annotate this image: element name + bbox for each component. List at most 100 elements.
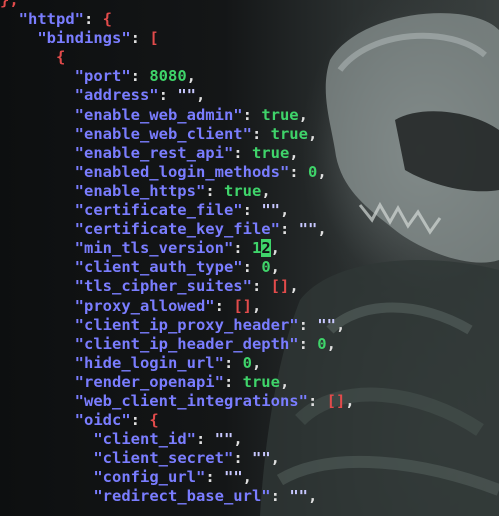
key-separator: :: [223, 372, 243, 391]
string-value: "": [223, 468, 243, 487]
string-value: "": [298, 220, 318, 239]
config-key: "port": [74, 67, 131, 86]
boolean-value: true: [261, 105, 299, 124]
comma: ,: [186, 67, 196, 86]
config-key: "config_url": [93, 468, 206, 487]
config-key: "enable_https": [74, 181, 206, 200]
number-value: 0: [307, 162, 318, 181]
number-value: 0: [242, 353, 252, 372]
comma: ,: [307, 124, 318, 143]
config-key: "web_client_integrations": [74, 391, 308, 410]
string-value: "": [251, 449, 271, 468]
boolean-value: true: [251, 143, 290, 162]
config-key: "client_secret": [93, 449, 234, 468]
comma: ,: [345, 391, 355, 410]
terminal-line: "bindings": [: [0, 29, 499, 48]
terminal-line: },: [0, 0, 499, 10]
bracket: []: [233, 296, 252, 315]
terminal-line: "enabled_login_methods": 0,: [0, 163, 499, 182]
terminal-line: "certificate_file": "",: [0, 201, 499, 220]
key-separator: :: [130, 411, 150, 430]
config-key: "certificate_key_file": [74, 220, 280, 239]
key-separator: :: [233, 239, 252, 258]
comma: ,: [270, 239, 280, 258]
text-cursor: 2: [261, 239, 271, 258]
terminal-line: "client_ip_proxy_header": "",: [0, 316, 499, 335]
key-separator: :: [298, 315, 318, 334]
comma: ,: [251, 296, 262, 315]
string-value: "": [317, 315, 336, 334]
bracket: []: [270, 277, 290, 296]
terminal-line: "address": "",: [0, 86, 499, 105]
string-value: "": [177, 86, 196, 105]
number-value: 0: [261, 258, 271, 277]
comma: ,: [326, 334, 336, 353]
comma: ,: [317, 220, 327, 239]
number-value: 8080: [149, 67, 187, 86]
bracket: [: [149, 29, 159, 48]
config-key: "address": [74, 86, 159, 105]
key-separator: :: [84, 10, 103, 29]
key-separator: :: [233, 143, 252, 162]
key-separator: :: [233, 449, 252, 468]
terminal-line: "client_id": "",: [0, 430, 499, 449]
comma: ,: [233, 430, 243, 449]
key-separator: :: [205, 468, 224, 487]
key-separator: :: [307, 391, 327, 410]
terminal-line: "port": 8080,: [0, 67, 499, 86]
config-key: "client_ip_proxy_header": [74, 315, 299, 334]
config-key: "enabled_login_methods": [74, 162, 290, 181]
key-separator: :: [214, 296, 234, 315]
bracket: },: [0, 0, 19, 9]
bracket: []: [326, 391, 346, 410]
comma: ,: [279, 201, 290, 220]
config-key: "tls_cipher_suites": [74, 277, 252, 296]
terminal-output[interactable]: }, "httpd": { "bindings": [ { "port": 80…: [0, 0, 499, 507]
config-key: "render_openapi": [74, 372, 224, 391]
key-separator: :: [205, 181, 224, 200]
terminal-line: "proxy_allowed": [],: [0, 297, 499, 316]
config-key: "client_ip_header_depth": [74, 334, 299, 353]
key-separator: :: [242, 201, 262, 220]
key-separator: :: [251, 277, 271, 296]
config-key: "certificate_file": [74, 201, 243, 220]
bracket: {: [149, 411, 159, 430]
boolean-value: true: [223, 181, 262, 200]
comma: ,: [298, 105, 308, 124]
boolean-value: true: [270, 124, 308, 143]
string-value: "": [214, 430, 234, 449]
terminal-line: "enable_web_client": true,: [0, 125, 499, 144]
terminal-line: "web_client_integrations": [],: [0, 392, 499, 411]
comma: ,: [335, 315, 346, 334]
terminal-line: "enable_rest_api": true,: [0, 144, 499, 163]
terminal-line: "min_tls_version": 12,: [0, 239, 499, 258]
terminal-line: "tls_cipher_suites": [],: [0, 277, 499, 296]
terminal-line: "render_openapi": true,: [0, 373, 499, 392]
comma: ,: [242, 468, 252, 487]
terminal-line: "certificate_key_file": "",: [0, 220, 499, 239]
key-separator: :: [158, 86, 178, 105]
string-value: "": [289, 487, 308, 506]
key-separator: :: [130, 29, 150, 48]
